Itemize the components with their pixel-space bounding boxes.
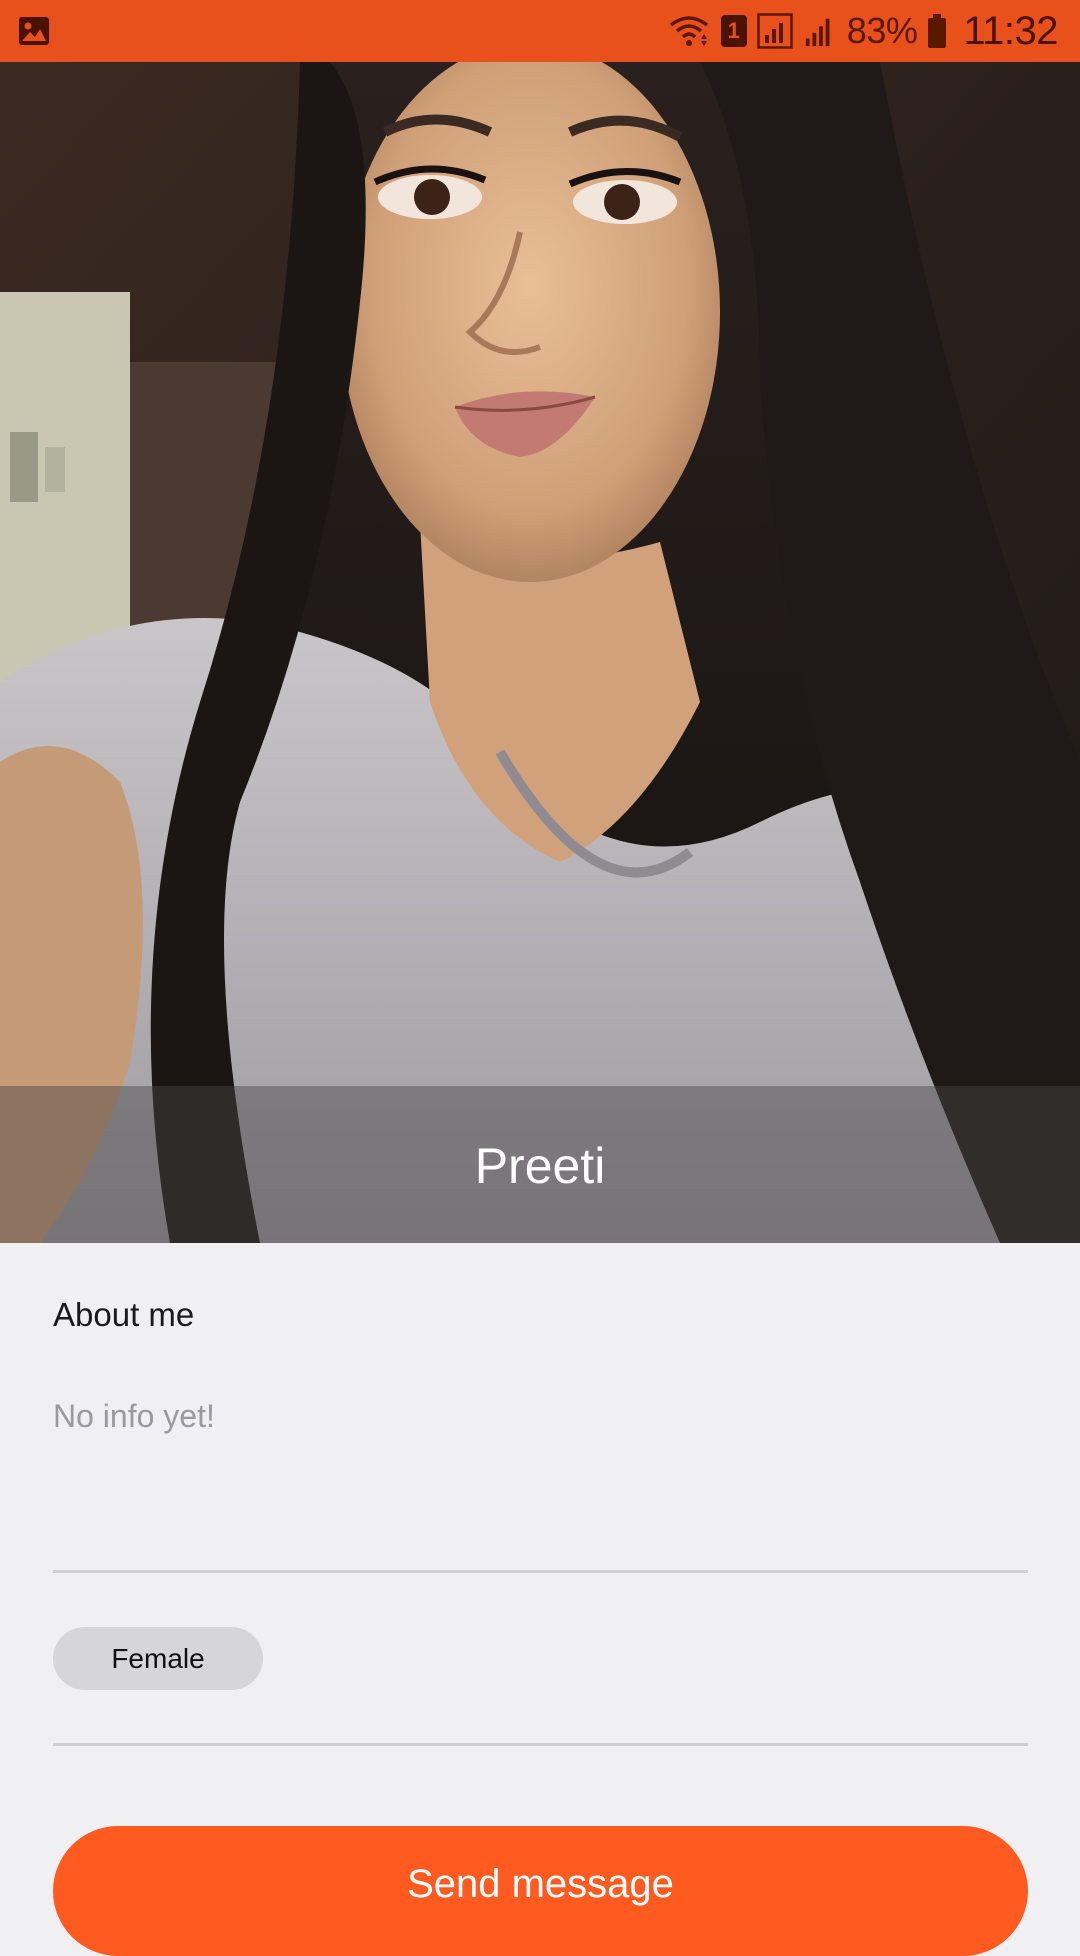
status-icons: 1 83% 11:32 bbox=[667, 0, 1058, 62]
send-message-button[interactable]: Send message bbox=[53, 1826, 1028, 1956]
divider bbox=[53, 1743, 1028, 1746]
gallery-icon bbox=[19, 17, 49, 45]
status-bar: 1 83% 11:32 bbox=[0, 0, 1080, 62]
battery-icon bbox=[928, 14, 947, 48]
sim-badge-icon: 1 bbox=[720, 15, 747, 47]
profile-name: Preeti bbox=[474, 1138, 606, 1194]
gender-label: Female bbox=[111, 1642, 205, 1674]
about-heading: About me bbox=[53, 1296, 195, 1333]
profile-photo bbox=[0, 62, 1080, 1243]
clock: 11:32 bbox=[963, 8, 1058, 53]
signal-icon bbox=[757, 13, 793, 49]
divider bbox=[53, 1570, 1028, 1573]
gender-chip: Female bbox=[53, 1627, 263, 1690]
send-message-label: Send message bbox=[407, 1862, 674, 1906]
signal-icon bbox=[805, 18, 830, 47]
battery-percent: 83% bbox=[846, 10, 918, 51]
wifi-icon bbox=[669, 16, 708, 46]
about-text: No info yet! bbox=[53, 1398, 215, 1434]
